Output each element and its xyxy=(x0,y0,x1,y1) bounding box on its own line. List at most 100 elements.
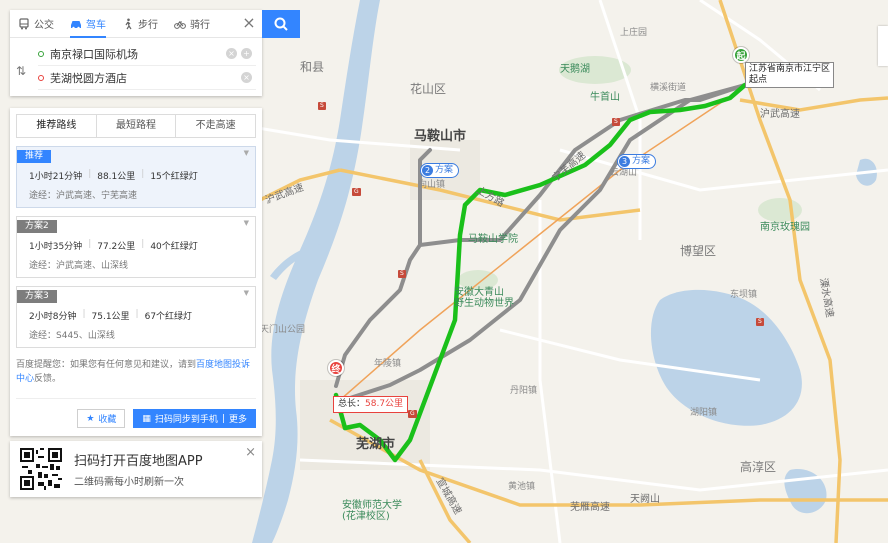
notice-suffix: 反馈。 xyxy=(34,374,62,384)
start-label-text: 江苏省南京市江宁区 xyxy=(749,64,831,74)
plan-time: 1小时35分钟 xyxy=(29,242,83,252)
road-shield: S xyxy=(318,102,326,110)
road-shield: S xyxy=(756,318,764,326)
plan-lights: 40个红绿灯 xyxy=(150,242,198,252)
route-tag-number: 3 xyxy=(619,156,630,167)
qr-scan-icon: ▦ xyxy=(142,413,151,424)
map-label-weimiao: 牛首山 xyxy=(590,92,620,103)
plan-time: 2小时8分钟 xyxy=(29,312,77,322)
app-qr-card: 扫码打开百度地图APP 二维码需每小时刷新一次 × xyxy=(10,441,262,497)
mode-tab-bus[interactable]: 公交 xyxy=(10,10,62,38)
route-plan-3-card[interactable]: 方案3 ▼ 2小时8分钟 | 75.1公里 | 67个红绿灯 途经：S445、山深线 xyxy=(16,286,256,348)
add-waypoint-icon[interactable]: + xyxy=(241,48,252,59)
map-side-toggle[interactable] xyxy=(878,26,888,66)
road-shield: G xyxy=(352,188,361,196)
pref-no-highway[interactable]: 不走高速 xyxy=(176,115,255,137)
plan-via: 途经：沪武高速、山深线 xyxy=(29,261,129,271)
transport-mode-bar: 公交 驾车 步行 骑行 × xyxy=(10,10,262,38)
plan-tag: 方案2 xyxy=(17,220,57,233)
route-tag-plan2[interactable]: 2 方案 xyxy=(420,163,460,178)
road-shield: S xyxy=(398,270,406,278)
map-label-huashan: 花山区 xyxy=(410,82,447,96)
plan-lights: 15个红绿灯 xyxy=(150,172,198,182)
stat-separator: | xyxy=(88,239,92,249)
origin-field[interactable]: 南京禄口国际机场 × + xyxy=(38,42,256,66)
plan-tag: 方案3 xyxy=(17,290,57,303)
map-label-tianding: 天鹅湖 xyxy=(560,64,590,75)
divider: | xyxy=(221,413,225,424)
plan-distance: 75.1公里 xyxy=(91,312,130,322)
start-label-sub: 起点 xyxy=(749,75,768,85)
route-tag-label: 方案 xyxy=(435,165,454,175)
origin-dot-icon xyxy=(38,50,44,57)
start-label: 江苏省南京市江宁区 起点 xyxy=(745,62,835,88)
map-label-shangzhuang: 上庄园 xyxy=(620,28,648,38)
map-label-donggao: 湖阳镇 xyxy=(690,408,718,418)
pref-recommended[interactable]: 推荐路线 xyxy=(17,115,97,137)
destination-controls: × xyxy=(241,72,252,83)
map-label-jiangning: 横溪街道 xyxy=(650,83,687,93)
map-label-maanshan: 马鞍山市 xyxy=(414,129,467,144)
notice-prefix: 百度提醒您：如果您有任何意见和建议，请到 xyxy=(16,360,197,370)
plan-stats: 1小时35分钟 | 77.2公里 | 40个红绿灯 xyxy=(29,239,255,252)
map-label-wuhu: 芜湖市 xyxy=(356,437,396,452)
expand-icon[interactable]: ▼ xyxy=(244,289,249,297)
sync-label: 扫码同步到手机 xyxy=(154,415,218,425)
route-plan-1[interactable]: 推荐 ▼ 1小时21分钟 | 88.1公里 | 15个红绿灯 途经：沪武高速、宁芜高… xyxy=(16,146,256,208)
route-tag-number: 2 xyxy=(422,165,433,176)
mode-tab-car[interactable]: 驾车 xyxy=(62,10,114,38)
road-shield: S xyxy=(612,118,620,126)
origin-value: 南京禄口国际机场 xyxy=(50,47,138,61)
walk-icon xyxy=(125,18,132,29)
close-icon[interactable]: × xyxy=(242,15,256,31)
map-label-tianmen: 天门山公园 xyxy=(260,325,306,335)
destination-value: 芜湖悦圆方酒店 xyxy=(50,71,127,85)
destination-field[interactable]: 芜湖悦圆方酒店 × xyxy=(38,66,256,90)
plan-lights: 67个红绿灯 xyxy=(144,312,193,322)
mode-tab-label: 骑行 xyxy=(190,20,210,31)
bike-icon xyxy=(174,20,186,29)
map-label-gaochun: 高淳区 xyxy=(740,460,777,474)
more-label[interactable]: 更多 xyxy=(229,412,247,425)
mode-tab-label: 步行 xyxy=(138,20,158,31)
route-tag-label: 方案 xyxy=(632,156,651,166)
search-icon xyxy=(274,17,288,31)
route-tag-plan3[interactable]: 3 方案 xyxy=(617,154,657,169)
plan-distance: 88.1公里 xyxy=(97,172,136,182)
swap-icon[interactable]: ⇅ xyxy=(16,64,26,78)
qr-subtitle: 二维码需每小时刷新一次 xyxy=(74,477,184,488)
favorite-label: 收藏 xyxy=(98,415,117,425)
route-plan-2-card[interactable]: 方案2 ▼ 1小时35分钟 | 77.2公里 | 40个红绿灯 途经：沪武高速、山深… xyxy=(16,216,256,278)
qr-text: 扫码打开百度地图APP 二维码需每小时刷新一次 xyxy=(74,450,203,488)
clear-origin-icon[interactable]: × xyxy=(226,48,237,59)
car-icon xyxy=(71,20,81,29)
qr-code-icon xyxy=(20,448,62,490)
route-endpoints: ⇅ 南京禄口国际机场 × + 芜湖悦圆方酒店 × xyxy=(10,38,262,96)
collapse-icon[interactable]: ▼ xyxy=(244,149,249,157)
search-button[interactable] xyxy=(262,10,300,38)
route-panel: 公交 驾车 步行 骑行 × ⇅ 南京禄口国际机场 × + 芜湖悦圆方酒店 × 推… xyxy=(10,10,262,497)
plan-via: 途经：沪武高速、宁芜高速 xyxy=(29,191,138,201)
end-pin-icon[interactable]: 终 xyxy=(328,360,344,376)
plan-via: 途经：S445、山深线 xyxy=(29,331,115,341)
search-card: 公交 驾车 步行 骑行 × ⇅ 南京禄口国际机场 × + 芜湖悦圆方酒店 × xyxy=(10,10,262,96)
map-label-bowang: 博望区 xyxy=(680,244,717,258)
origin-controls: × + xyxy=(226,48,252,59)
mode-tab-walk[interactable]: 步行 xyxy=(114,10,166,38)
destination-dot-icon xyxy=(38,74,44,81)
expand-icon[interactable]: ▼ xyxy=(244,219,249,227)
pref-shortest[interactable]: 最短路程 xyxy=(97,115,177,137)
start-pin-icon[interactable]: 起 xyxy=(733,47,749,63)
map-label-hengxi: 丹阳镇 xyxy=(510,386,538,396)
stat-separator: | xyxy=(88,169,92,179)
stat-separator: | xyxy=(82,309,86,319)
close-qr-icon[interactable]: × xyxy=(245,445,256,460)
stat-separator: | xyxy=(135,309,139,319)
favorite-button[interactable]: ★ 收藏 xyxy=(77,409,126,428)
map-label-niaoqi: 东坝镇 xyxy=(730,290,758,300)
clear-destination-icon[interactable]: × xyxy=(241,72,252,83)
action-bar: ★ 收藏 ▦ 扫码同步到手机 | 更多 xyxy=(16,398,256,428)
mode-tab-bike[interactable]: 骑行 xyxy=(166,10,218,38)
sync-to-phone-button[interactable]: ▦ 扫码同步到手机 | 更多 xyxy=(133,409,256,428)
map-label-anhui-normal2: (花津校区) xyxy=(342,511,390,522)
